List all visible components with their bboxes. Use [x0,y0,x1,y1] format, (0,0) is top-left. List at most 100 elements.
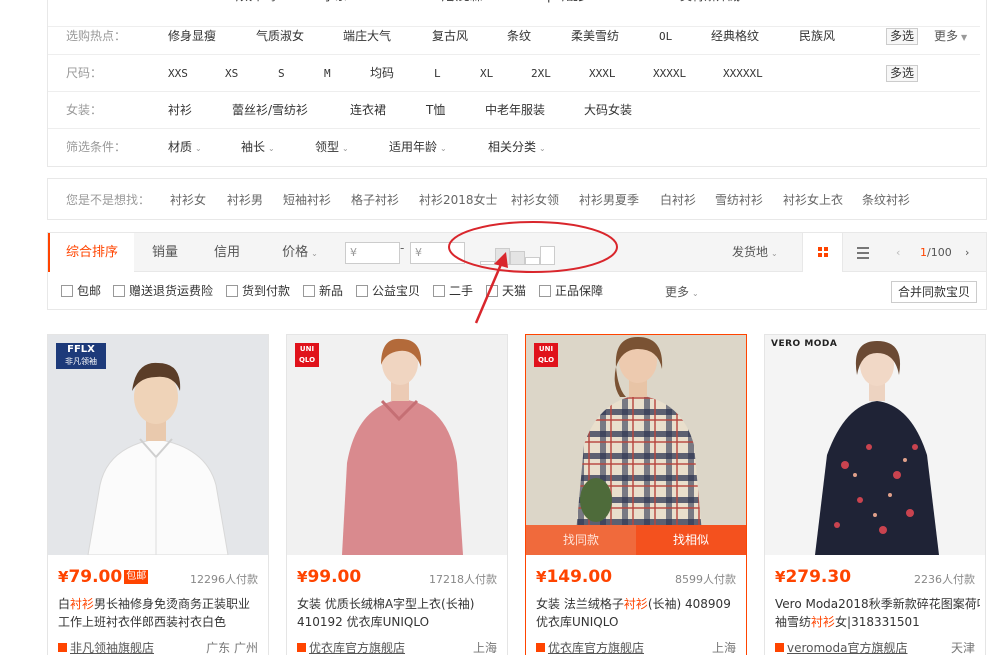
brand-item[interactable]: 美特斯邦威 [680,0,740,15]
size-item[interactable]: 均码 [370,55,394,92]
sort-tab-price[interactable]: 价格 ⌄ [258,233,342,272]
suggest-item[interactable]: 格子衬衫 [351,179,399,221]
find-similar-button[interactable]: 找相似 [636,525,746,555]
checkbox-label: 正品保障 [555,284,604,298]
shop-link[interactable]: veromoda官方旗舰店 [775,639,908,655]
checkbox-label: 包邮 [77,284,102,298]
suggest-item[interactable]: 衬衫女 [170,179,206,221]
hot-item[interactable]: OL [659,18,672,55]
hot-item[interactable]: 经典格纹 [711,18,759,55]
hot-item[interactable]: 条纹 [507,18,531,55]
checkbox-genuine[interactable]: 正品保障 [539,284,603,298]
checkbox-return-insurance[interactable]: 赠送退货运费险 [113,284,213,298]
product-card[interactable]: FFLX 非凡领袖 ¥79.00 包邮 12296人付款 白衬衫男长袖修身免烫商务… [47,334,269,655]
size-item[interactable]: L [434,55,441,92]
checkbox-second-hand[interactable]: 二手 [433,284,473,298]
hot-item[interactable]: 柔美雪纺 [571,18,619,55]
product-location: 广东 广州 [206,641,258,655]
checkbox-new[interactable]: 新品 [303,284,343,298]
shop-link[interactable]: 优衣库官方旗舰店 [536,639,644,655]
suggest-item[interactable]: 衬衫男 [227,179,263,221]
checkbox-more-label: 更多 [665,285,690,299]
size-item[interactable]: XXXXXL [723,55,763,92]
condition-dropdown[interactable]: 领型 ⌄ [315,129,349,167]
product-image[interactable]: UNI QLO 找同款 找相似 [526,335,746,555]
brand-item[interactable]: Oblithen/欧比森 [391,0,482,15]
suggest-item[interactable]: 衬衫女领 [511,179,559,221]
product-card[interactable]: UNI QLO 找同款 找相似 ¥149.00 8599人付款 女装 法兰绒格子… [525,334,747,655]
merge-same-button[interactable]: 合并同款宝贝 [891,281,978,303]
suggest-item[interactable]: 条纹衬衫 [862,179,910,221]
multi-select-button[interactable]: 多选 [886,65,919,82]
product-image[interactable]: VERO MODA [765,335,985,555]
price-max-input[interactable]: ¥ [410,242,465,264]
list-view-button[interactable] [842,233,882,272]
product-image[interactable]: UNI QLO [287,335,507,555]
size-item[interactable]: XXXXL [653,55,686,92]
suggest-item[interactable]: 衬衫2018女士 [419,179,498,221]
multi-select-button[interactable]: 多选 [886,28,919,45]
filter-label: 女装： [66,103,103,117]
sort-tab-credit[interactable]: 信用 [196,233,258,272]
condition-dropdown[interactable]: 相关分类 ⌄ [488,129,546,167]
grid-view-button[interactable] [802,233,842,272]
women-item[interactable]: 蕾丝衫/雪纺衫 [232,92,308,129]
prev-page-icon[interactable]: ‹ [896,233,900,272]
filter-row-conditions: 筛选条件： 材质 ⌄ 袖长 ⌄ 领型 ⌄ 适用年龄 ⌄ 相关分类 ⌄ [48,129,980,166]
size-item[interactable]: XXXL [589,55,616,92]
size-item[interactable]: M [324,55,331,92]
suggest-item[interactable]: 白衬衫 [660,179,696,221]
product-title[interactable]: 白衬衫男长袖修身免烫商务正装职业 工作上班衬衣伴郎西装衬衣白色 [58,595,263,631]
checkbox-tmall[interactable]: 天猫 [486,284,526,298]
suggest-item[interactable]: 衬衫女上衣 [783,179,843,221]
product-title[interactable]: 女装 法兰绒格子衬衫(长袖) 408909 优衣库UNIQLO [536,595,741,631]
hot-item[interactable]: 气质淑女 [256,18,304,55]
product-card[interactable]: UNI QLO ¥99.00 17218人付款 女装 优质长绒棉A字型上衣(长袖… [286,334,508,655]
suggest-item[interactable]: 衬衫男夏季 [579,179,639,221]
women-item[interactable]: 中老年服装 [485,92,545,129]
sort-tab-sales[interactable]: 销量 [134,233,196,272]
find-same-button[interactable]: 找同款 [526,525,636,555]
hot-item[interactable]: 修身显瘦 [168,18,216,55]
checkbox-more-button[interactable]: 更多 ⌄ [665,283,699,300]
suggest-item[interactable]: 雪纺衬衫 [715,179,763,221]
shop-link[interactable]: 非凡领袖旗舰店 [58,639,154,655]
size-item[interactable]: 2XL [531,55,551,92]
product-title[interactable]: Vero Moda2018秋季新款碎花图案荷叶 袖雪纺衬衫女|318331501 [775,595,980,631]
brand-item[interactable]: ONLY [780,0,811,15]
hot-item[interactable]: 民族风 [799,18,835,55]
grid-icon [818,247,828,257]
ship-from-dropdown[interactable]: 发货地 ⌄ [732,233,778,273]
condition-dropdown[interactable]: 材质 ⌄ [168,129,202,167]
size-item[interactable]: XS [225,55,238,92]
condition-dropdown[interactable]: 袖长 ⌄ [241,129,275,167]
women-item[interactable]: 大码女装 [584,92,632,129]
next-page-icon[interactable]: › [965,233,969,272]
women-item[interactable]: T恤 [426,92,445,129]
more-button[interactable]: 更多 ▼ [934,18,967,56]
size-item[interactable]: XL [480,55,493,92]
brand-item[interactable]: Rampo/乱步 [520,0,590,15]
shop-link[interactable]: 优衣库官方旗舰店 [297,639,405,655]
sort-tab-default[interactable]: 综合排序 [48,233,134,272]
suggest-item[interactable]: 短袖衬衫 [283,179,331,221]
size-item[interactable]: S [278,55,285,92]
brand-item[interactable]: ZARA [616,0,649,15]
brand-item[interactable]: PEACEBIRD/太平鸟 [168,0,276,15]
hot-item[interactable]: 端庄大气 [343,18,391,55]
brand-item[interactable]: MG小象 [303,0,347,15]
size-item[interactable]: XXS [168,55,188,92]
hot-item[interactable]: 复古风 [432,18,468,55]
women-item[interactable]: 连衣裙 [350,92,386,129]
checkbox-free-shipping[interactable]: 包邮 [61,284,101,298]
price-histogram[interactable] [480,243,556,265]
chevron-down-icon: ⌄ [440,144,447,153]
women-item[interactable]: 衬衫 [168,92,192,129]
price-min-input[interactable]: ¥ [345,242,400,264]
checkbox-charity[interactable]: 公益宝贝 [356,284,420,298]
product-image[interactable]: FFLX 非凡领袖 [48,335,268,555]
product-card[interactable]: VERO MODA ¥279.30 2236人付款 Vero Moda2018秋… [764,334,986,655]
checkbox-cod[interactable]: 货到付款 [226,284,290,298]
condition-dropdown[interactable]: 适用年龄 ⌄ [389,129,447,167]
product-title[interactable]: 女装 优质长绒棉A字型上衣(长袖) 410192 优衣库UNIQLO [297,595,502,631]
